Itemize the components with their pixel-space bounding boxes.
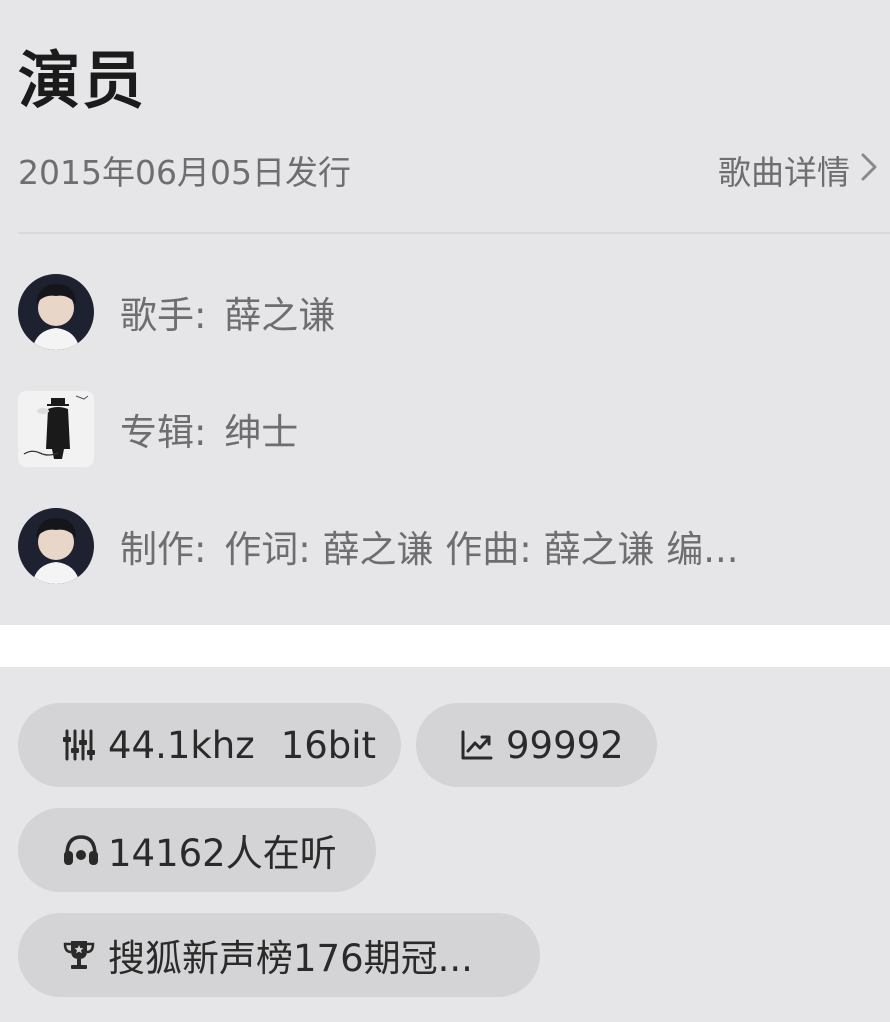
song-details-label: 歌曲详情 (718, 153, 850, 192)
song-title: 演员 (18, 44, 147, 117)
tags-section: 44.1khz 16bit 99992 14162人在听 搜狐新声榜176期冠.… (0, 667, 890, 1022)
popularity-tag[interactable]: 99992 (416, 703, 657, 787)
album-row[interactable]: 专辑: 绅士 (18, 391, 890, 467)
album-cover (18, 391, 94, 467)
song-details-link[interactable]: 歌曲详情 (718, 146, 878, 194)
headphones-icon (62, 833, 98, 867)
credits-row[interactable]: 制作: 作词: 薛之谦 作曲: 薛之谦 编... (18, 508, 890, 584)
release-date: 2015年06月05日发行 (18, 153, 351, 192)
singer-name: 薛之谦 (224, 294, 336, 337)
audio-quality-tag[interactable]: 44.1khz 16bit (18, 703, 401, 787)
album-text: 专辑: 绅士 (120, 402, 298, 456)
popularity-count: 99992 (506, 723, 624, 767)
trending-up-icon (460, 728, 494, 762)
chevron-right-icon (860, 151, 878, 190)
producer-avatar (18, 508, 94, 584)
album-key: 专辑: (120, 411, 207, 454)
singer-key: 歌手: (120, 294, 207, 337)
bit-depth: 16bit (280, 723, 377, 767)
singer-text: 歌手: 薛之谦 (120, 285, 335, 339)
singer-avatar (18, 274, 94, 350)
credits-key: 制作: (120, 528, 207, 571)
equalizer-icon (62, 728, 96, 762)
chart-award-text: 搜狐新声榜176期冠... (108, 937, 473, 980)
credits-text: 制作: 作词: 薛之谦 作曲: 薛之谦 编... (120, 519, 739, 573)
divider (18, 232, 890, 234)
section-gap (0, 625, 890, 667)
chart-award-tag[interactable]: 搜狐新声榜176期冠... (18, 913, 540, 997)
listeners-count: 14162人在听 (108, 832, 337, 875)
credits-value: 作词: 薛之谦 作曲: 薛之谦 编... (224, 528, 739, 571)
singer-row[interactable]: 歌手: 薛之谦 (18, 274, 890, 350)
trophy-icon (62, 938, 96, 972)
album-name: 绅士 (224, 411, 299, 454)
sample-rate: 44.1khz (108, 723, 255, 767)
song-info-card: 演员 2015年06月05日发行 歌曲详情 歌手: 薛之谦 专辑: 绅士 制作:… (0, 0, 890, 625)
listeners-tag[interactable]: 14162人在听 (18, 808, 376, 892)
audio-quality-text: 44.1khz 16bit (108, 724, 376, 767)
